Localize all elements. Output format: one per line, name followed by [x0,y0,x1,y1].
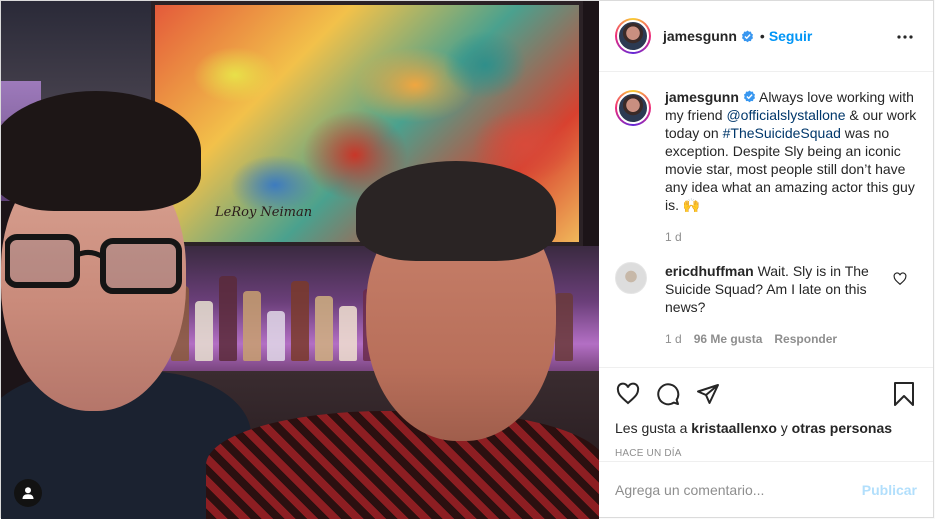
bookmark-icon[interactable] [891,381,917,407]
likes-user-link[interactable]: kristaallenxo [691,420,777,436]
painting-signature: LeRoy Neiman [215,205,313,220]
commenter-username[interactable]: ericdhuffman [665,263,754,279]
comment-input[interactable] [615,481,862,498]
add-comment-bar: Publicar [599,461,933,517]
post-card: LeRoy Neiman jamesgunn • Seguir jamesgun… [0,0,934,519]
likes-prefix: Les gusta a [615,420,688,436]
comment-like-heart-icon[interactable] [893,272,907,286]
verified-badge-icon [741,30,753,42]
publish-button[interactable]: Publicar [862,482,917,498]
comment-item: ericdhuffman Wait. Sly is in The Suicide… [615,262,917,348]
author-avatar[interactable] [615,18,651,54]
header-separator: • [759,28,765,44]
caption-avatar[interactable] [615,90,651,126]
caption-age[interactable]: 1 d [665,228,917,246]
person-left-hair [1,91,201,211]
comment-age[interactable]: 1 d [665,330,682,348]
commenter-avatar[interactable] [615,262,647,294]
caption-hashtag-link[interactable]: #TheSuicideSquad [723,125,841,141]
likes-summary[interactable]: Les gusta a kristaallenxo y otras person… [615,420,917,436]
glasses [5,234,182,294]
reply-button[interactable]: Responder [774,330,837,348]
follow-button[interactable]: Seguir [769,28,813,44]
person-right [206,411,599,519]
post-actions: Les gusta a kristaallenxo y otras person… [599,367,933,461]
author-username[interactable]: jamesgunn [663,28,737,44]
caption-mention-link[interactable]: @officialslystallone [726,107,845,123]
caption-username[interactable]: jamesgunn [665,89,739,105]
user-tag-icon[interactable] [14,479,42,507]
likes-connector: y [780,420,788,436]
likes-others-link[interactable]: otras personas [792,420,892,436]
post-header: jamesgunn • Seguir [599,1,933,72]
post-timestamp[interactable]: Hace un día [615,448,917,459]
comments-list[interactable]: jamesgunn Always love working with my fr… [599,72,933,367]
comment-icon[interactable] [655,381,681,407]
heart-icon[interactable] [615,381,641,407]
post-photo[interactable]: LeRoy Neiman [1,1,599,519]
share-icon[interactable] [695,381,721,407]
more-options-icon[interactable] [893,25,917,49]
verified-badge-icon [743,90,755,103]
comment-likes-link[interactable]: 96 Me gusta [694,330,763,348]
person-right-hair [356,161,556,261]
post-side-panel: jamesgunn • Seguir jamesgunn Always love… [599,1,933,517]
post-caption: jamesgunn Always love working with my fr… [615,88,917,246]
